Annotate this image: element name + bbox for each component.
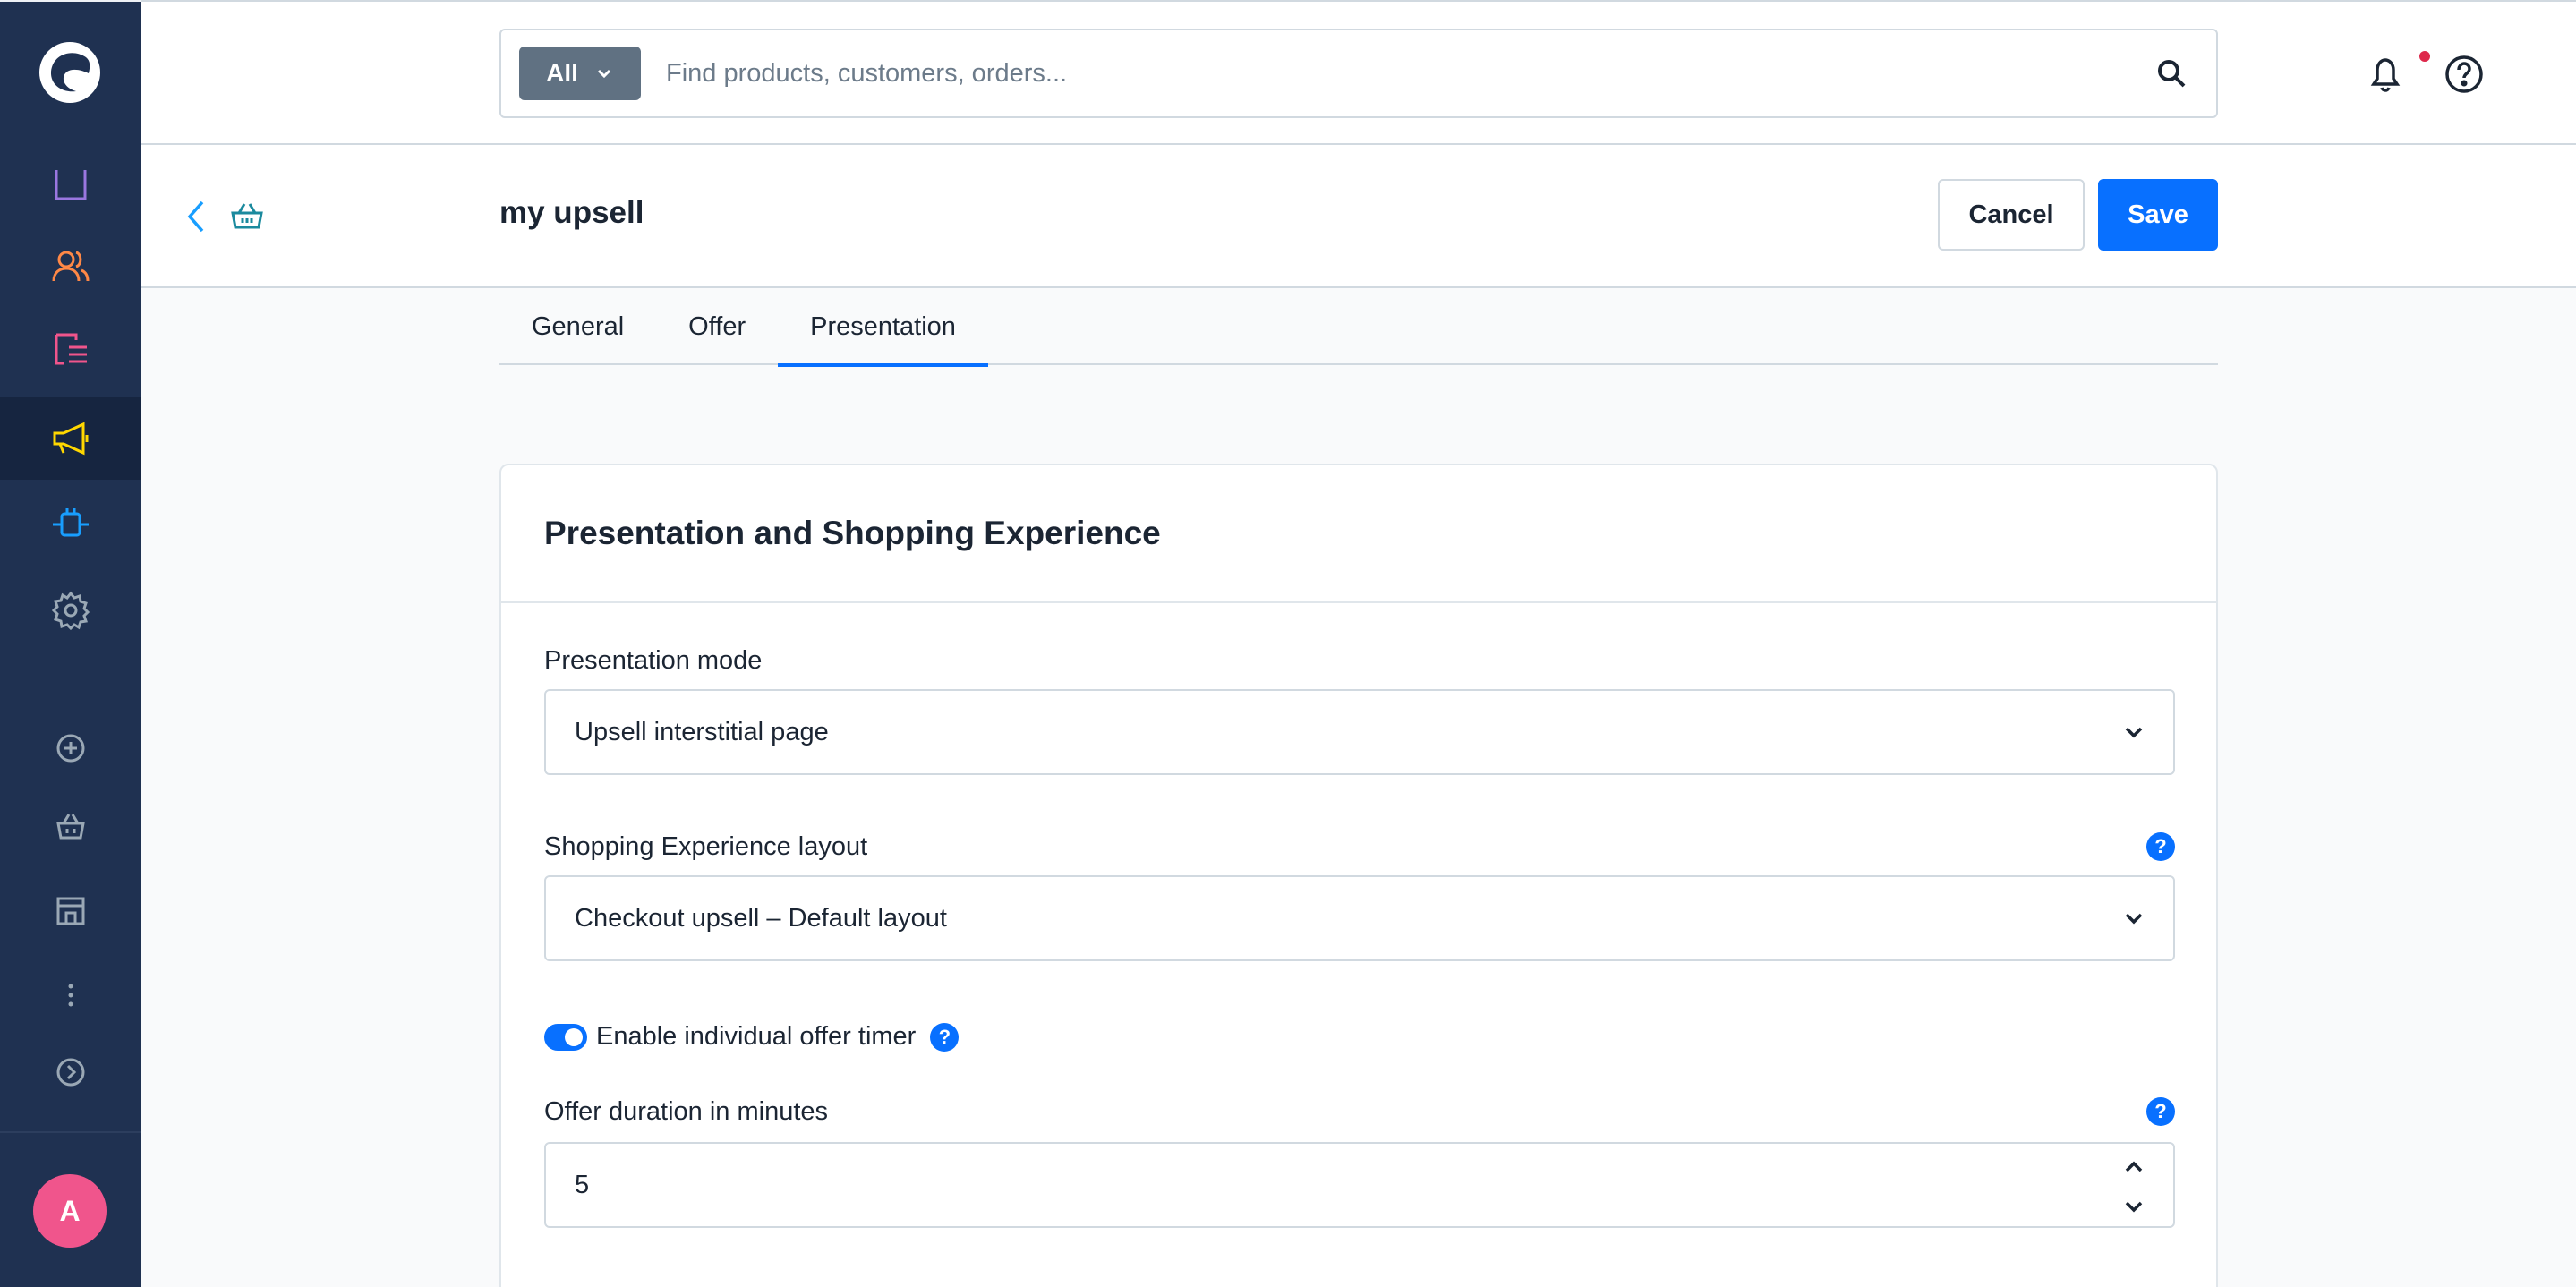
- chevron-down-icon[interactable]: [2121, 1194, 2146, 1219]
- more-icon: [68, 984, 73, 1007]
- search-scope-dropdown[interactable]: All: [519, 47, 641, 100]
- tab-offer[interactable]: Offer: [656, 288, 778, 365]
- presentation-mode-select[interactable]: Upsell interstitial page: [544, 689, 2175, 775]
- settings-icon: [51, 591, 90, 630]
- layout-select[interactable]: Checkout upsell – Default layout: [544, 875, 2175, 961]
- sidebar-item-settings[interactable]: [0, 569, 141, 652]
- presentation-mode-value: Upsell interstitial page: [575, 717, 829, 746]
- admin-sidebar: A: [0, 0, 141, 1287]
- back-arrow-icon[interactable]: [179, 197, 215, 236]
- offer-timer-row: Enable individual offer timer ?: [544, 1022, 960, 1052]
- search-input[interactable]: [641, 30, 2154, 116]
- offer-timer-toggle[interactable]: [544, 1023, 587, 1051]
- duration-field: [544, 1142, 2175, 1228]
- basket-icon: [56, 814, 85, 840]
- customers-icon: [52, 251, 90, 282]
- sidebar-item-extensions[interactable]: [0, 483, 141, 566]
- storefront-icon: [56, 897, 85, 925]
- duration-input[interactable]: [546, 1144, 2173, 1226]
- chevron-up-icon[interactable]: [2121, 1155, 2146, 1180]
- layout-label: Shopping Experience layout: [544, 832, 868, 861]
- sidebar-item-marketing[interactable]: [0, 397, 141, 480]
- sidebar-item-sales-channel[interactable]: [0, 786, 141, 868]
- page-title: my upsell: [499, 195, 644, 230]
- card-title: Presentation and Shopping Experience: [544, 515, 1161, 551]
- bell-icon[interactable]: [2363, 52, 2408, 97]
- cancel-button[interactable]: Cancel: [1938, 179, 2085, 251]
- chevron-down-icon: [2125, 727, 2143, 738]
- sidebar-item-more[interactable]: [0, 954, 141, 1036]
- marketing-icon: [53, 422, 89, 456]
- add-icon: [56, 734, 85, 763]
- sidebar-divider: [0, 1131, 141, 1133]
- search-scope-label: All: [546, 59, 578, 87]
- timer-help-icon[interactable]: ?: [930, 1022, 960, 1052]
- duration-label: Offer duration in minutes: [544, 1097, 829, 1126]
- sidebar-item-catalog[interactable]: [0, 143, 141, 226]
- save-button[interactable]: Save: [2098, 179, 2218, 251]
- tab-presentation[interactable]: Presentation: [778, 288, 988, 367]
- card-header: Presentation and Shopping Experience: [501, 465, 2216, 603]
- top-bar: All: [141, 0, 2576, 145]
- sidebar-item-add[interactable]: [0, 707, 141, 789]
- sidebar-item-customers[interactable]: [0, 226, 141, 308]
- presentation-mode-label: Presentation mode: [544, 646, 763, 675]
- basket-icon: [231, 203, 263, 229]
- duration-help-icon[interactable]: ?: [2146, 1097, 2175, 1126]
- catalog-icon: [55, 170, 87, 200]
- smart-bar: my upsell Cancel Save: [141, 145, 2576, 288]
- detail-tabs: General Offer Presentation: [499, 288, 2218, 367]
- sidebar-item-orders[interactable]: [0, 308, 141, 390]
- orders-icon: [55, 333, 87, 365]
- search-icon[interactable]: [2154, 55, 2189, 91]
- shopware-logo-icon[interactable]: [37, 39, 103, 106]
- help-icon[interactable]: [2442, 52, 2486, 97]
- chevron-down-icon: [2125, 913, 2143, 925]
- expand-icon: [56, 1058, 85, 1087]
- offer-timer-label: Enable individual offer timer: [596, 1022, 917, 1051]
- layout-value: Checkout upsell – Default layout: [575, 903, 947, 933]
- chevron-down-icon: [597, 69, 610, 79]
- global-search: All: [499, 29, 2218, 118]
- presentation-card: Presentation and Shopping Experience Pre…: [499, 464, 2218, 1287]
- layout-help-icon[interactable]: ?: [2146, 832, 2175, 861]
- notification-badge: [2419, 51, 2430, 62]
- user-avatar[interactable]: A: [33, 1174, 107, 1248]
- extensions-icon: [53, 508, 89, 537]
- sidebar-item-storefront[interactable]: [0, 870, 141, 952]
- sidebar-item-expand[interactable]: [0, 1031, 141, 1113]
- tab-general[interactable]: General: [499, 288, 656, 365]
